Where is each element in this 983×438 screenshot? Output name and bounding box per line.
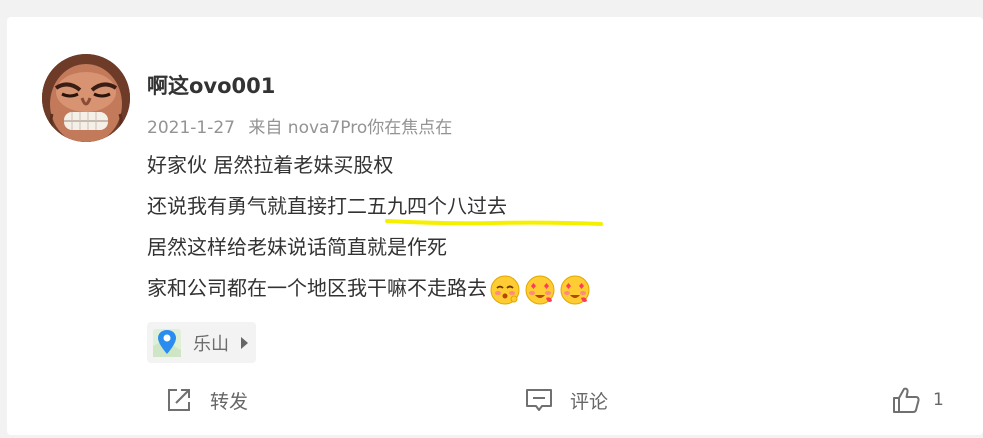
- emoji-group: [489, 274, 594, 306]
- username[interactable]: 啊这ovo001: [147, 70, 275, 100]
- thumbs-up-icon: [893, 387, 920, 413]
- post-date: 2021-1-27: [147, 118, 235, 138]
- post-line-1: 好家伙 居然拉着老妹买股权: [147, 153, 394, 177]
- avatar[interactable]: [42, 54, 130, 142]
- share-icon: [168, 389, 190, 411]
- post-line-4: 家和公司都在一个地区我干嘛不走路去: [147, 268, 594, 309]
- post-line-2: 还说我有勇气就直接打二五九四个八过去: [147, 194, 507, 218]
- post-source: 来自 nova7Pro你在焦点在: [248, 118, 453, 138]
- post-line-3: 居然这样给老妹说话简直就是作死: [147, 235, 447, 259]
- forward-label: 转发: [210, 390, 249, 413]
- love-face-emoji: [525, 275, 555, 304]
- post-meta: 2021-1-27 来自 nova7Pro你在焦点在: [147, 113, 452, 138]
- post-text: 好家伙 居然拉着老妹买股权 还说我有勇气就直接打二五九四个八过去 居然这样给老妹…: [147, 145, 603, 309]
- forward-button[interactable]: 转发: [164, 385, 248, 415]
- comment-icon: [526, 389, 552, 411]
- comment-button[interactable]: 评论: [524, 385, 608, 415]
- location-label: 乐山: [193, 333, 229, 355]
- location-pin-icon: [149, 322, 185, 363]
- shy-face-emoji: [490, 275, 520, 304]
- location-tag[interactable]: 乐山: [147, 322, 256, 363]
- post-card: 啊这ovo001 2021-1-27 来自 nova7Pro你在焦点在 好家伙 …: [7, 17, 983, 435]
- like-button[interactable]: 1: [891, 385, 944, 415]
- comment-label: 评论: [570, 390, 609, 413]
- chevron-right-icon: [241, 336, 248, 349]
- love-face-emoji: [560, 275, 590, 304]
- post-line-4-text: 家和公司都在一个地区我干嘛不走路去: [147, 276, 487, 300]
- like-count: 1: [933, 390, 944, 410]
